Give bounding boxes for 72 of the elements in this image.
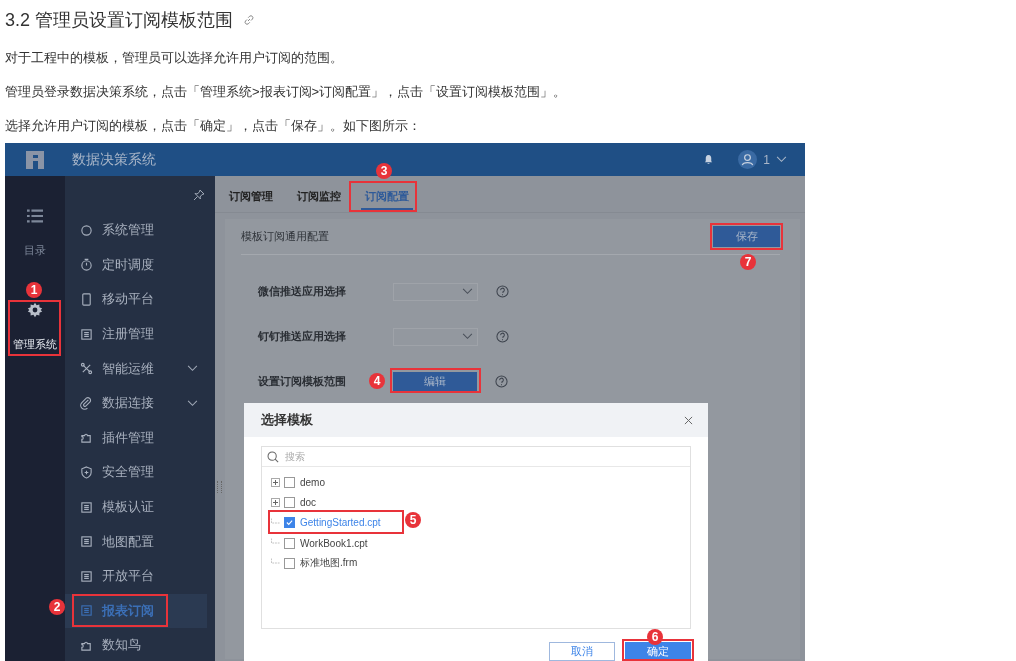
- edit-button[interactable]: 编辑: [393, 372, 477, 391]
- menu-item[interactable]: 开放平台: [65, 558, 215, 594]
- checkbox[interactable]: [284, 476, 295, 488]
- logo-icon: [24, 148, 46, 171]
- field-label: 设置订阅模板范围: [258, 375, 346, 387]
- close-icon[interactable]: [684, 415, 693, 425]
- rail-item[interactable]: 目录: [10, 208, 60, 257]
- tab[interactable]: 订阅监控: [293, 184, 345, 210]
- tab[interactable]: 订阅管理: [225, 184, 277, 210]
- menu-item[interactable]: 模板认证: [65, 489, 215, 525]
- splitter-handle[interactable]: [217, 481, 222, 493]
- check-icon: [285, 518, 294, 528]
- menu-item[interactable]: 系统管理: [65, 213, 215, 248]
- nodes-icon: [80, 362, 93, 376]
- avatar-icon[interactable]: [738, 150, 758, 169]
- app-title: 数据决策系统: [72, 150, 156, 169]
- tree-item[interactable]: GettingStarted.cpt: [300, 517, 381, 529]
- highlight-frame: [349, 181, 417, 212]
- search-icon: [267, 450, 279, 463]
- menu-item[interactable]: 定时调度: [65, 247, 215, 283]
- help-icon[interactable]: [496, 285, 509, 298]
- chevron-down-icon[interactable]: [776, 156, 787, 163]
- link-icon[interactable]: [243, 14, 256, 26]
- paragraph: 管理员登录数据决策系统，点击「管理系统>报表订阅>订阅配置」，点击「设置订阅模板范围」。: [5, 83, 568, 101]
- expand-icon[interactable]: [271, 477, 280, 487]
- dropdown-field[interactable]: [393, 327, 478, 346]
- chevron-down-icon: [462, 288, 473, 295]
- tree-item[interactable]: WorkBook1.cpt: [300, 537, 368, 549]
- menu-item[interactable]: 注册管理: [65, 316, 215, 352]
- report-icon: [80, 604, 93, 618]
- paragraph: 选择允许用户订阅的模板，点击「确定」，点击「保存」。如下图所示：: [5, 117, 422, 135]
- menu-item[interactable]: 地图配置: [65, 524, 215, 559]
- search-field[interactable]: 搜索: [285, 448, 485, 465]
- user-name[interactable]: 1: [763, 152, 770, 167]
- chevron-icon: [187, 365, 198, 373]
- tree-item[interactable]: demo: [300, 476, 325, 488]
- checkbox[interactable]: [284, 517, 295, 529]
- help-icon[interactable]: [496, 330, 509, 343]
- phone-icon: [80, 293, 93, 306]
- chevron-icon: [187, 399, 198, 407]
- checkbox[interactable]: [284, 537, 295, 549]
- chevron-down-icon: [462, 333, 473, 340]
- highlight-frame: [8, 300, 61, 356]
- tree-item[interactable]: doc: [300, 496, 317, 508]
- shield-icon: [80, 465, 93, 479]
- panel-title: 模板订阅通用配置: [241, 229, 329, 244]
- cancel-button[interactable]: 取消: [549, 642, 615, 661]
- dialog-title: 选择模板: [261, 411, 313, 429]
- save-button[interactable]: 保存: [713, 226, 780, 247]
- menu-item[interactable]: 安全管理: [65, 455, 215, 490]
- section-heading: 3.2 管理员设置订阅模板范围: [5, 9, 234, 32]
- field-label: 钉钉推送应用选择: [258, 330, 346, 342]
- dropdown-field[interactable]: [393, 282, 478, 301]
- timer-icon: [80, 258, 93, 272]
- paperclip-icon: [80, 396, 93, 410]
- paragraph: 对于工程中的模板，管理员可以选择允许用户订阅的范围。: [5, 49, 344, 67]
- field-label: 微信推送应用选择: [258, 285, 346, 297]
- menu-item[interactable]: 移动平台: [65, 282, 215, 317]
- list-icon: [27, 208, 43, 224]
- menu-item[interactable]: 数知鸟: [65, 628, 215, 661]
- list-icon: [80, 569, 93, 583]
- rail-item[interactable]: 管理系统: [10, 302, 60, 351]
- pin-icon[interactable]: [193, 188, 205, 201]
- checkbox[interactable]: [284, 496, 295, 508]
- help-icon[interactable]: [495, 375, 508, 388]
- menu-item[interactable]: 数据连接: [65, 385, 215, 421]
- expand-icon[interactable]: [271, 497, 280, 507]
- tree-item[interactable]: 标准地图.frm: [300, 556, 358, 571]
- menu-item[interactable]: 插件管理: [65, 420, 215, 456]
- form-icon: [80, 327, 93, 341]
- checkbox[interactable]: [284, 557, 295, 569]
- menu-item[interactable]: 智能运维: [65, 351, 215, 386]
